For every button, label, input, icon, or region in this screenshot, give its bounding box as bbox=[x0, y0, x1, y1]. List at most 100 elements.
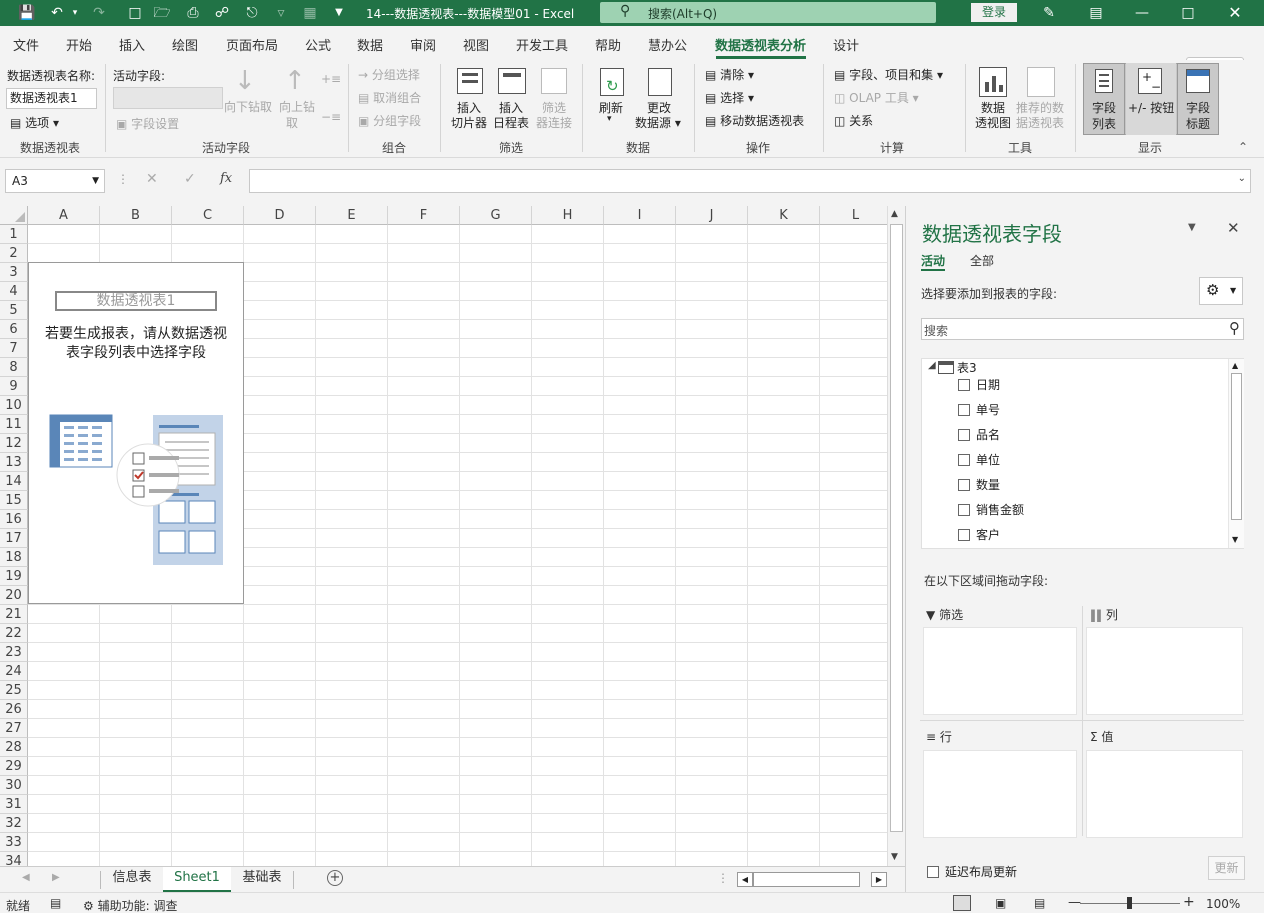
field-item[interactable]: 单位 bbox=[958, 451, 1000, 468]
minimize-icon[interactable]: — bbox=[1133, 4, 1151, 22]
undo-dropdown-icon[interactable]: ▾ bbox=[66, 4, 84, 22]
column-header[interactable]: K bbox=[748, 206, 820, 225]
row-header[interactable]: 33 bbox=[0, 833, 28, 852]
undo-icon[interactable]: ↶ bbox=[48, 4, 66, 22]
pt-name-input[interactable]: 数据透视表1 bbox=[6, 88, 97, 109]
open-folder-icon[interactable]: 🗁 bbox=[153, 4, 171, 22]
field-checkbox[interactable] bbox=[958, 479, 970, 491]
name-box-dropdown-icon[interactable]: ▼ bbox=[92, 170, 99, 192]
row-header[interactable]: 15 bbox=[0, 491, 28, 510]
row-header[interactable]: 24 bbox=[0, 662, 28, 681]
field-item[interactable]: 单号 bbox=[958, 401, 1000, 418]
field-checkbox[interactable] bbox=[958, 429, 970, 441]
sheet-tab-base[interactable]: 基础表 bbox=[231, 867, 293, 892]
pane-options-dropdown-icon[interactable]: ▼ bbox=[1188, 222, 1196, 233]
row-header[interactable]: 26 bbox=[0, 700, 28, 719]
column-header[interactable]: I bbox=[604, 206, 676, 225]
column-header[interactable]: B bbox=[100, 206, 172, 225]
insert-timeline-button-line2[interactable]: 日程表 bbox=[493, 114, 529, 131]
tab-home[interactable]: 开始 bbox=[66, 35, 92, 54]
hscroll-grip-icon[interactable]: ⋮ bbox=[717, 871, 729, 885]
pane-tab-active[interactable]: 活动 bbox=[921, 252, 945, 269]
field-item[interactable]: 客户 bbox=[958, 526, 1000, 543]
customize-qat-icon[interactable]: ▼ bbox=[330, 4, 348, 22]
field-item[interactable]: 日期 bbox=[958, 376, 1000, 393]
insert-slicer-button-line2[interactable]: 切片器 bbox=[451, 114, 487, 131]
page-break-view-icon[interactable]: ▤ bbox=[1034, 896, 1045, 910]
collapse-table-icon[interactable]: ◢ bbox=[928, 360, 936, 371]
row-header[interactable]: 2 bbox=[0, 244, 28, 263]
macro-record-icon[interactable]: ▤ bbox=[50, 896, 61, 910]
row-header[interactable]: 6 bbox=[0, 320, 28, 339]
field-item[interactable]: 品名 bbox=[958, 426, 1000, 443]
row-header[interactable]: 34 bbox=[0, 852, 28, 866]
row-header[interactable]: 7 bbox=[0, 339, 28, 358]
table-name[interactable]: 表3 bbox=[957, 359, 977, 376]
field-checkbox[interactable] bbox=[958, 504, 970, 516]
row-header[interactable]: 18 bbox=[0, 548, 28, 567]
vertical-scrollbar[interactable]: ▲ ▼ bbox=[887, 206, 905, 866]
new-sheet-icon[interactable]: + bbox=[327, 870, 343, 886]
column-header[interactable]: G bbox=[460, 206, 532, 225]
pivottable-placeholder[interactable]: 数据透视表1 若要生成报表，请从数据透视 表字段列表中选择字段 bbox=[28, 262, 244, 604]
row-header[interactable]: 9 bbox=[0, 377, 28, 396]
row-header[interactable]: 19 bbox=[0, 567, 28, 586]
move-pivottable-button[interactable]: ▤ 移动数据透视表 bbox=[705, 112, 804, 129]
refresh-dropdown-icon[interactable]: ▾ bbox=[607, 114, 612, 124]
field-search-input[interactable]: 搜索 ⚲ bbox=[921, 318, 1244, 340]
row-header[interactable]: 14 bbox=[0, 472, 28, 491]
values-drop-area[interactable] bbox=[1086, 750, 1243, 838]
maximize-icon[interactable]: □ bbox=[1179, 4, 1197, 22]
row-header[interactable]: 3 bbox=[0, 263, 28, 282]
sheet-tab-info[interactable]: 信息表 bbox=[101, 867, 163, 892]
scroll-up-icon[interactable]: ▲ bbox=[891, 209, 898, 219]
field-list-scrollbar[interactable]: ▲ ▼ bbox=[1228, 359, 1244, 548]
plus-minus-buttons-button[interactable]: + − +/- 按钮 bbox=[1126, 63, 1176, 135]
expand-formula-icon[interactable]: ⌄ bbox=[1238, 173, 1246, 184]
scroll-right-icon[interactable]: ▶ bbox=[871, 872, 887, 887]
field-checkbox[interactable] bbox=[958, 529, 970, 541]
tab-design[interactable]: 设计 bbox=[833, 35, 859, 54]
row-header[interactable]: 21 bbox=[0, 605, 28, 624]
row-header[interactable]: 30 bbox=[0, 776, 28, 795]
defer-update-checkbox[interactable] bbox=[927, 866, 939, 878]
accessibility-status[interactable]: ⚙ 辅助功能: 调查 bbox=[83, 897, 177, 914]
print-icon[interactable]: ⎙ bbox=[184, 4, 202, 22]
row-header[interactable]: 22 bbox=[0, 624, 28, 643]
worksheet-grid[interactable]: ABCDEFGHIJKL 1 2 3 4 5 6 7 8 9 10 11 12 13 14 15 16 17 18… bbox=[0, 206, 905, 866]
column-header[interactable]: E bbox=[316, 206, 388, 225]
pen-icon[interactable]: ✎ bbox=[1040, 4, 1058, 22]
field-checkbox[interactable] bbox=[958, 379, 970, 391]
row-header[interactable]: 11 bbox=[0, 415, 28, 434]
column-header[interactable]: C bbox=[172, 206, 244, 225]
field-headers-button[interactable]: 字段 标题 bbox=[1177, 63, 1219, 135]
scroll-down-icon[interactable]: ▼ bbox=[891, 852, 898, 862]
scroll-left-icon[interactable]: ◀ bbox=[737, 872, 753, 887]
row-header[interactable]: 12 bbox=[0, 434, 28, 453]
collapse-ribbon-icon[interactable]: ⌃ bbox=[1238, 140, 1248, 154]
row-header[interactable]: 25 bbox=[0, 681, 28, 700]
login-button[interactable]: 登录 bbox=[971, 3, 1017, 22]
row-header[interactable]: 28 bbox=[0, 738, 28, 757]
defer-update-checkbox-row[interactable]: 延迟布局更新 bbox=[927, 863, 1017, 880]
row-header[interactable]: 8 bbox=[0, 358, 28, 377]
field-list-button[interactable]: 字段 列表 bbox=[1083, 63, 1125, 135]
row-header[interactable]: 1 bbox=[0, 225, 28, 244]
tab-page-layout[interactable]: 页面布局 bbox=[226, 35, 278, 54]
column-header[interactable]: L bbox=[820, 206, 892, 225]
search-box[interactable]: ⚲ 搜索(Alt+Q) bbox=[600, 2, 936, 23]
column-header[interactable]: H bbox=[532, 206, 604, 225]
new-file-icon[interactable]: □ bbox=[126, 4, 144, 22]
tab-help[interactable]: 帮助 bbox=[595, 35, 621, 54]
tab-draw[interactable]: 绘图 bbox=[172, 35, 198, 54]
sheet-prev-icon[interactable]: ◀ bbox=[22, 872, 30, 883]
tab-developer[interactable]: 开发工具 bbox=[516, 35, 568, 54]
field-list-scroll-up-icon[interactable]: ▲ bbox=[1232, 361, 1238, 370]
zoom-in-icon[interactable]: + bbox=[1183, 894, 1195, 910]
sheet-next-icon[interactable]: ▶ bbox=[52, 872, 60, 883]
field-list-scroll-thumb[interactable] bbox=[1231, 373, 1242, 520]
zoom-level[interactable]: 100% bbox=[1206, 897, 1240, 911]
change-source-button-line2[interactable]: 数据源 ▾ bbox=[635, 114, 681, 131]
row-header[interactable]: 10 bbox=[0, 396, 28, 415]
tab-view[interactable]: 视图 bbox=[463, 35, 489, 54]
